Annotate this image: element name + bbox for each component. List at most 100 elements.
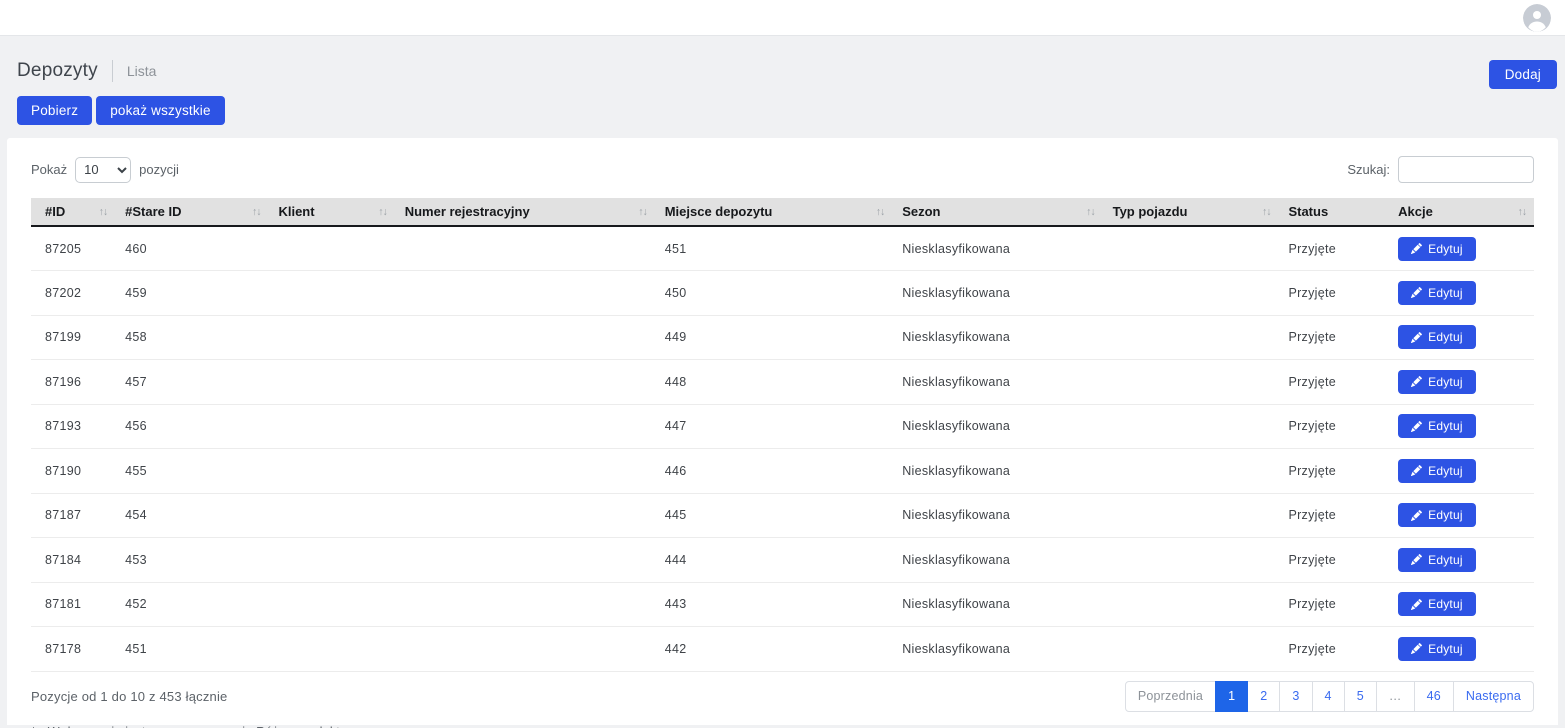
cell-status: Przyjęte [1278, 538, 1388, 583]
user-avatar-icon[interactable] [1523, 4, 1551, 32]
pencil-icon [1411, 554, 1422, 565]
cell-numer-rejestracyjny [395, 315, 655, 360]
page-title: Depozyty [17, 60, 98, 82]
cell-klient [268, 271, 394, 316]
edit-button[interactable]: Edytuj [1398, 459, 1476, 483]
pagination-page-1[interactable]: 1 [1215, 681, 1248, 712]
cell-id: 87184 [31, 538, 115, 583]
cell-akcje: Edytuj [1388, 493, 1534, 538]
sort-icon: ↑↓ [638, 206, 647, 218]
edit-button[interactable]: Edytuj [1398, 237, 1476, 261]
cell-miejsce-depozytu: 448 [655, 360, 892, 405]
cell-sezon: Niesklasyfikowana [892, 493, 1102, 538]
column-label: Typ pojazdu [1113, 204, 1188, 219]
column-label: Akcje [1398, 204, 1433, 219]
column-header-sezon[interactable]: Sezon↑↓ [892, 198, 1102, 226]
edit-button[interactable]: Edytuj [1398, 325, 1476, 349]
search-control: Szukaj: [1347, 156, 1534, 183]
cell-stare-id: 453 [115, 538, 268, 583]
cell-akcje: Edytuj [1388, 538, 1534, 583]
cell-id: 87196 [31, 360, 115, 405]
cell-numer-rejestracyjny [395, 271, 655, 316]
edit-button[interactable]: Edytuj [1398, 548, 1476, 572]
column-header-miejsce-depozytu[interactable]: Miejsce depozytu↑↓ [655, 198, 892, 226]
cell-status: Przyjęte [1278, 360, 1388, 405]
column-label: Numer rejestracyjny [405, 204, 530, 219]
cell-typ-pojazdu [1103, 360, 1279, 405]
column-label: Klient [278, 204, 314, 219]
edit-button-label: Edytuj [1428, 375, 1463, 389]
cell-akcje: Edytuj [1388, 582, 1534, 627]
results-info: Pozycje od 1 do 10 z 453 łącznie [31, 689, 227, 704]
cell-typ-pojazdu [1103, 404, 1279, 449]
column-header-id[interactable]: #ID↑↓ [31, 198, 115, 226]
edit-button[interactable]: Edytuj [1398, 637, 1476, 661]
edit-button[interactable]: Edytuj [1398, 370, 1476, 394]
table-row: 87178451442NiesklasyfikowanaPrzyjęteEdyt… [31, 627, 1534, 672]
cell-id: 87205 [31, 226, 115, 271]
cell-id: 87178 [31, 627, 115, 672]
cell-sezon: Niesklasyfikowana [892, 271, 1102, 316]
column-header-klient[interactable]: Klient ↑↓ [268, 198, 394, 226]
column-header-status[interactable]: Status [1278, 198, 1388, 226]
cell-klient [268, 582, 394, 627]
cell-stare-id: 459 [115, 271, 268, 316]
length-label-after: pozycji [139, 162, 179, 177]
column-label: #ID [45, 204, 65, 219]
pagination-next[interactable]: Następna [1453, 681, 1534, 712]
pagination-ellipsis: … [1376, 681, 1415, 712]
search-input[interactable] [1398, 156, 1534, 183]
column-header-akcje[interactable]: Akcje↑↓ [1388, 198, 1534, 226]
pagination: Poprzednia12345…46Następna [1125, 681, 1534, 712]
column-header-typ-pojazdu[interactable]: Typ pojazdu ↑↓ [1103, 198, 1279, 226]
table-body: 87205460451NiesklasyfikowanaPrzyjęteEdyt… [31, 226, 1534, 671]
cell-status: Przyjęte [1278, 627, 1388, 672]
cell-sezon: Niesklasyfikowana [892, 226, 1102, 271]
cell-typ-pojazdu [1103, 538, 1279, 583]
pagination-page-2[interactable]: 2 [1247, 681, 1280, 712]
pagination-previous[interactable]: Poprzednia [1125, 681, 1216, 712]
show-all-button[interactable]: pokaż wszystkie [96, 96, 225, 125]
cell-typ-pojazdu [1103, 627, 1279, 672]
cell-status: Przyjęte [1278, 226, 1388, 271]
edit-button[interactable]: Edytuj [1398, 503, 1476, 527]
pencil-icon [1411, 643, 1422, 654]
table-header-row: #ID↑↓#Stare ID↑↓Klient↑↓Numer rejestracy… [31, 198, 1534, 226]
edit-button-label: Edytuj [1428, 508, 1463, 522]
add-button[interactable]: Dodaj [1489, 60, 1557, 89]
column-header-numer-rejestracyjny[interactable]: Numer rejestracyjny ↑↓ [395, 198, 655, 226]
cell-akcje: Edytuj [1388, 360, 1534, 405]
column-label: Sezon [902, 204, 940, 219]
cell-klient [268, 493, 394, 538]
search-label: Szukaj: [1347, 162, 1390, 177]
pagination-page-46[interactable]: 46 [1414, 681, 1454, 712]
sort-icon: ↑↓ [1262, 206, 1271, 218]
download-button[interactable]: Pobierz [17, 96, 92, 125]
cell-sezon: Niesklasyfikowana [892, 315, 1102, 360]
cell-numer-rejestracyjny [395, 493, 655, 538]
pagination-page-5[interactable]: 5 [1344, 681, 1377, 712]
pencil-icon [1411, 510, 1422, 521]
sort-icon: ↑↓ [378, 206, 387, 218]
sort-icon: ↑↓ [252, 206, 261, 218]
cell-status: Przyjęte [1278, 315, 1388, 360]
edit-button[interactable]: Edytuj [1398, 281, 1476, 305]
edit-button[interactable]: Edytuj [1398, 592, 1476, 616]
edit-button-label: Edytuj [1428, 330, 1463, 344]
pagination-page-4[interactable]: 4 [1312, 681, 1345, 712]
cell-status: Przyjęte [1278, 404, 1388, 449]
cell-status: Przyjęte [1278, 582, 1388, 627]
cell-status: Przyjęte [1278, 271, 1388, 316]
cell-typ-pojazdu [1103, 315, 1279, 360]
cell-typ-pojazdu [1103, 582, 1279, 627]
pencil-icon [1411, 599, 1422, 610]
cell-numer-rejestracyjny [395, 226, 655, 271]
pagination-page-3[interactable]: 3 [1279, 681, 1312, 712]
table-row: 87181452443NiesklasyfikowanaPrzyjęteEdyt… [31, 582, 1534, 627]
pencil-icon [1411, 376, 1422, 387]
edit-button[interactable]: Edytuj [1398, 414, 1476, 438]
column-header-stare-id[interactable]: #Stare ID↑↓ [115, 198, 268, 226]
cell-numer-rejestracyjny [395, 538, 655, 583]
page-length-select[interactable]: 10 [75, 157, 131, 183]
topbar [0, 0, 1565, 36]
